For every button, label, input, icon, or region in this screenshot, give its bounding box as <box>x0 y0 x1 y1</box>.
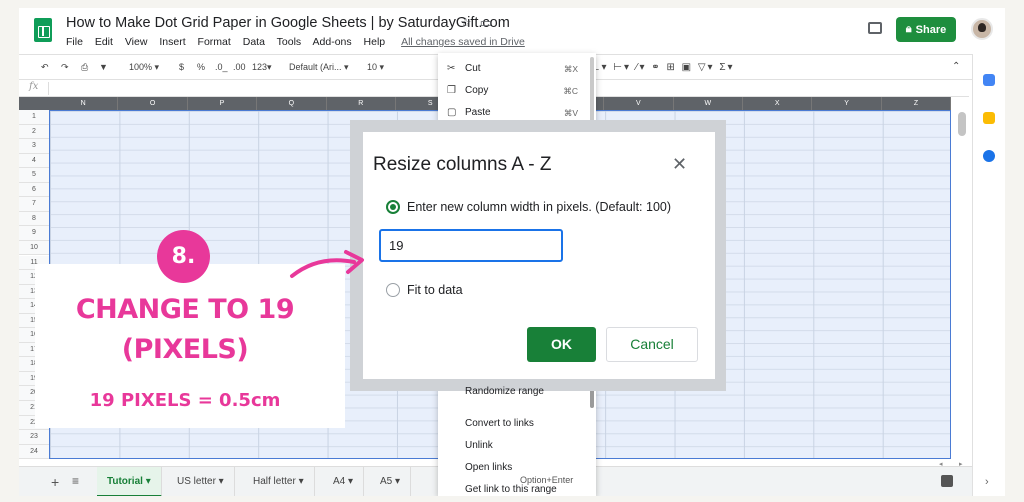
collapse-toolbar-icon[interactable]: ⌃ <box>952 61 960 72</box>
column-header[interactable]: P <box>187 97 258 110</box>
annotation-headline: CHANGE TO 19 (PIXELS) <box>75 294 295 365</box>
select-all-corner[interactable] <box>19 97 49 110</box>
sheets-logo-icon[interactable] <box>34 18 52 42</box>
menu-item-copy[interactable]: ❐ Copy ⌘C <box>438 80 596 102</box>
cancel-button[interactable]: Cancel <box>606 327 698 362</box>
print-icon[interactable]: ⎙ <box>81 62 88 73</box>
paint-format-icon[interactable]: ▼ <box>99 62 108 72</box>
close-icon[interactable]: ✕ <box>672 154 687 175</box>
annotation-note: 19 PIXELS = 0.5cm <box>89 390 281 411</box>
menu-tools[interactable]: Tools <box>277 36 302 48</box>
menu-item-cut[interactable]: ✂ Cut ⌘X <box>438 58 596 80</box>
explore-icon[interactable] <box>941 475 953 487</box>
increase-decimal-button[interactable]: .00 <box>233 62 246 72</box>
row-header[interactable]: 7 <box>19 197 49 212</box>
resize-columns-dialog: Resize columns A - Z ✕ Enter new column … <box>363 132 715 379</box>
menu-edit[interactable]: Edit <box>95 36 113 48</box>
scissors-icon: ✂ <box>447 63 456 74</box>
column-header[interactable]: X <box>743 97 813 110</box>
avatar[interactable] <box>971 18 993 40</box>
decrease-decimal-button[interactable]: .0_ <box>215 62 228 72</box>
row-header[interactable]: 6 <box>19 182 49 198</box>
row-header[interactable]: 10 <box>19 240 49 256</box>
menu-view[interactable]: View <box>125 36 148 48</box>
zoom-select[interactable]: 100% ▾ <box>129 62 159 73</box>
tab-a4[interactable]: A4 ▾ <box>323 467 365 496</box>
copy-icon: ❐ <box>447 85 456 96</box>
document-title[interactable]: How to Make Dot Grid Paper in Google She… <box>66 15 510 31</box>
column-header[interactable]: W <box>673 97 743 110</box>
font-size-select[interactable]: 10 ▾ <box>367 62 384 73</box>
menu-format[interactable]: Format <box>198 36 231 48</box>
side-panel: › <box>972 54 1005 496</box>
width-radio[interactable] <box>386 200 400 214</box>
step-badge: 8. <box>157 230 210 283</box>
tab-a5[interactable]: A5 ▾ <box>370 467 412 496</box>
number-format-select[interactable]: 123▾ <box>252 62 272 73</box>
column-header[interactable]: R <box>326 97 396 110</box>
column-header[interactable]: Q <box>257 97 327 110</box>
row-header[interactable]: 8 <box>19 211 49 227</box>
column-header[interactable]: Z <box>881 97 952 110</box>
dialog-title: Resize columns A - Z <box>373 154 552 175</box>
arrow-icon <box>290 250 364 278</box>
undo-icon[interactable]: ↶ <box>41 62 49 73</box>
column-width-input[interactable] <box>379 229 563 262</box>
lock-icon: 🔒︎ <box>905 23 912 35</box>
fx-icon: fx <box>29 81 39 92</box>
share-button[interactable]: 🔒︎ Share <box>896 17 956 42</box>
menu-item-unlink[interactable]: Unlink <box>438 435 596 457</box>
comment-icon[interactable] <box>868 22 882 34</box>
menu-help[interactable]: Help <box>364 36 386 48</box>
column-header[interactable]: Y <box>812 97 882 110</box>
menu-bar: File Edit View Insert Format Data Tools … <box>66 36 534 48</box>
tasks-icon[interactable] <box>983 150 995 162</box>
width-option-label: Enter new column width in pixels. (Defau… <box>407 200 672 214</box>
column-header[interactable]: V <box>604 97 674 110</box>
menu-item-convert-links[interactable]: Convert to links <box>438 413 596 435</box>
row-header[interactable]: 2 <box>19 124 49 140</box>
row-header[interactable]: 24 <box>19 444 49 460</box>
star-icon[interactable]: ☆ <box>460 15 472 30</box>
currency-button[interactable]: $ <box>179 62 184 72</box>
row-header[interactable]: 1 <box>19 110 49 125</box>
tab-half-letter[interactable]: Half letter ▾ <box>243 467 315 496</box>
keep-icon[interactable] <box>983 112 995 124</box>
calendar-icon[interactable] <box>983 74 995 86</box>
expand-panel-icon[interactable]: › <box>985 476 989 488</box>
menu-file[interactable]: File <box>66 36 83 48</box>
row-header[interactable]: 23 <box>19 430 49 445</box>
shortcut-hint: Option+Enter <box>520 475 574 485</box>
column-header[interactable]: O <box>118 97 188 110</box>
menu-insert[interactable]: Insert <box>159 36 185 48</box>
folder-icon[interactable]: ▭ <box>480 15 492 30</box>
row-header[interactable]: 3 <box>19 139 49 154</box>
percent-button[interactable]: % <box>197 62 205 72</box>
add-sheet-icon[interactable]: + <box>51 474 59 490</box>
redo-icon[interactable]: ↷ <box>61 62 69 73</box>
vertical-scrollbar[interactable] <box>958 112 966 136</box>
row-header[interactable]: 4 <box>19 153 49 169</box>
format-tools-icons[interactable]: ▾ ⊥▾ ⊢▾ ⁄▾ ⚭ ⊞ ▣ ▽▾ Σ▾ <box>579 62 735 73</box>
font-select[interactable]: Default (Ari... ▾ <box>289 62 349 73</box>
row-header[interactable]: 5 <box>19 168 49 183</box>
menu-data[interactable]: Data <box>243 36 265 48</box>
fit-option-label: Fit to data <box>407 283 463 297</box>
tab-tutorial[interactable]: Tutorial ▾ <box>97 467 162 496</box>
row-header[interactable]: 9 <box>19 226 49 241</box>
menu-item-randomize[interactable]: Randomize range <box>465 386 544 397</box>
ok-button[interactable]: OK <box>527 327 596 362</box>
save-status[interactable]: All changes saved in Drive <box>401 36 525 48</box>
column-header[interactable]: N <box>49 97 119 110</box>
tab-us-letter[interactable]: US letter ▾ <box>167 467 235 496</box>
fit-to-data-radio[interactable] <box>386 283 400 297</box>
all-sheets-icon[interactable]: ≡ <box>72 474 79 488</box>
menu-addons[interactable]: Add-ons <box>313 36 352 48</box>
